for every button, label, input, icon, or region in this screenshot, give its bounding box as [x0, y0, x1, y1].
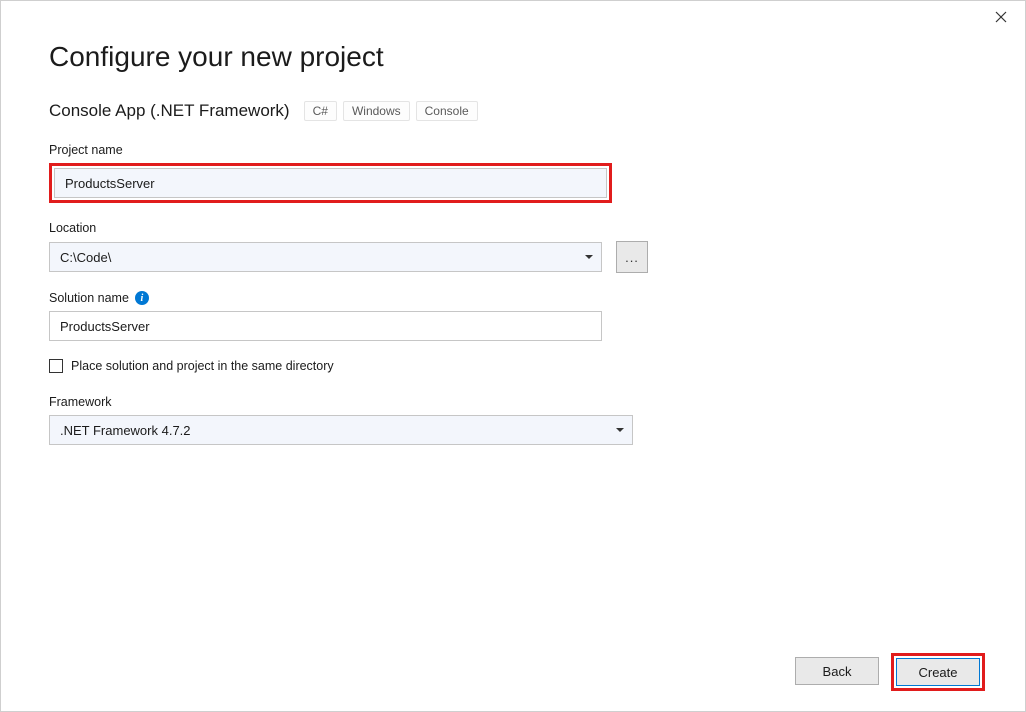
- create-button[interactable]: Create: [896, 658, 980, 686]
- chevron-down-icon: [616, 428, 624, 432]
- same-directory-checkbox[interactable]: [49, 359, 63, 373]
- page-title: Configure your new project: [49, 41, 977, 73]
- highlight-project-name: ProductsServer: [49, 163, 612, 203]
- solution-name-label: Solution name i: [49, 291, 977, 305]
- solution-name-label-text: Solution name: [49, 291, 129, 305]
- project-name-value: ProductsServer: [65, 176, 155, 191]
- tag-windows: Windows: [343, 101, 410, 121]
- solution-name-input[interactable]: ProductsServer: [49, 311, 602, 341]
- framework-field: Framework .NET Framework 4.7.2: [49, 395, 977, 445]
- same-directory-checkbox-row[interactable]: Place solution and project in the same d…: [49, 359, 977, 373]
- location-input[interactable]: C:\Code\: [49, 242, 602, 272]
- template-row: Console App (.NET Framework) C# Windows …: [49, 101, 977, 121]
- template-tags: C# Windows Console: [304, 101, 478, 121]
- tag-console: Console: [416, 101, 478, 121]
- solution-name-value: ProductsServer: [60, 319, 150, 334]
- framework-select[interactable]: .NET Framework 4.7.2: [49, 415, 633, 445]
- back-button[interactable]: Back: [795, 657, 879, 685]
- framework-value: .NET Framework 4.7.2: [60, 423, 191, 438]
- location-value: C:\Code\: [60, 250, 111, 265]
- location-label: Location: [49, 221, 977, 235]
- info-icon[interactable]: i: [135, 291, 149, 305]
- footer: Back Create: [795, 651, 985, 691]
- project-name-input[interactable]: ProductsServer: [54, 168, 607, 198]
- location-field: Location C:\Code\ ...: [49, 221, 977, 273]
- browse-location-button[interactable]: ...: [616, 241, 648, 273]
- same-directory-label: Place solution and project in the same d…: [71, 359, 334, 373]
- close-button[interactable]: [991, 7, 1011, 27]
- chevron-down-icon: [585, 255, 593, 259]
- framework-label: Framework: [49, 395, 977, 409]
- project-name-label: Project name: [49, 143, 977, 157]
- solution-name-field: Solution name i ProductsServer: [49, 291, 977, 341]
- same-directory-field: Place solution and project in the same d…: [49, 359, 977, 373]
- tag-csharp: C#: [304, 101, 337, 121]
- project-name-field: Project name ProductsServer: [49, 143, 977, 203]
- highlight-create-button: Create: [891, 653, 985, 691]
- template-name: Console App (.NET Framework): [49, 101, 290, 121]
